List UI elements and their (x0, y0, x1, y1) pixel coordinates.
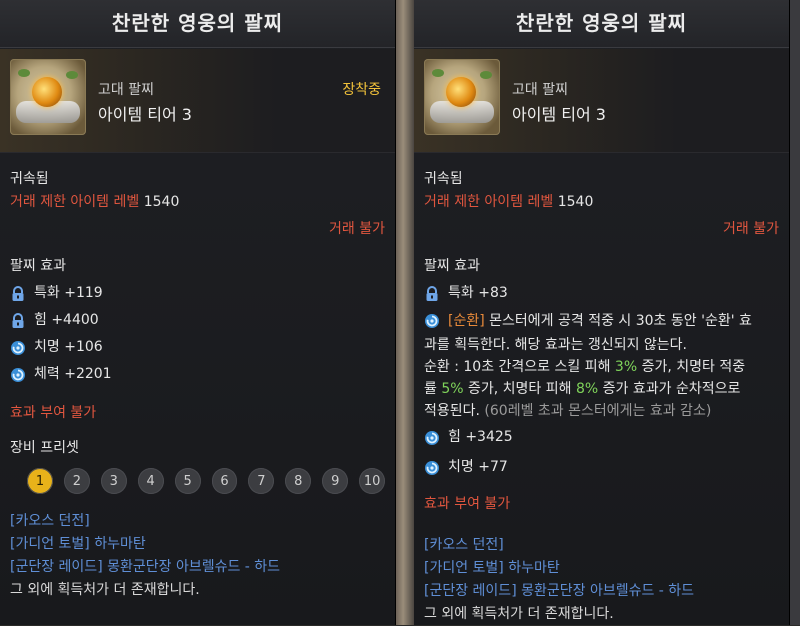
stat-row: 특화 +119 (10, 280, 385, 307)
stat-text: 특화 +119 (34, 285, 103, 301)
no-enchant-notice: 효과 부여 불가 (424, 496, 511, 512)
stat-row: 치명 +106 (10, 334, 385, 361)
preset-label: 장비 프리셋 (10, 440, 79, 456)
preset-selector: 1 2 3 4 5 6 7 8 9 10 (10, 468, 386, 494)
trade-level-label: 거래 제한 아이템 레벨 (424, 194, 554, 210)
source-item: [카오스 던전] (424, 537, 504, 553)
trade-level-value: 1540 (557, 194, 594, 210)
lock-icon (424, 285, 440, 302)
item-category: 고대 팔찌 (98, 82, 154, 98)
stat-text: 힘 +4400 (34, 312, 99, 328)
stat-text: 체력 +2201 (34, 366, 112, 382)
item-tier: 아이템 티어 3 (98, 105, 192, 124)
special-pct1: 3% (614, 359, 638, 375)
stat-row: 특화 +83 (424, 280, 779, 307)
stat-row: 힘 +3425 (424, 424, 779, 451)
acquisition-sources: [카오스 던전] [가디언 토벌] 하누마탄 [군단장 레이드] 몽환군단장 아… (424, 534, 779, 626)
stat-row: 힘 +4400 (10, 307, 385, 334)
stat-text: 특화 +83 (448, 285, 508, 301)
item-header: 고대 팔찌 아이템 티어 3 (414, 49, 789, 153)
preset-button-3[interactable]: 3 (100, 468, 127, 494)
trade-level: 거래 제한 아이템 레벨 1540 (424, 189, 779, 216)
source-item: [가디언 토벌] 하누마탄 (10, 536, 146, 552)
source-item: [가디언 토벌] 하누마탄 (424, 560, 560, 576)
preset-button-8[interactable]: 8 (285, 468, 312, 494)
special-pct3: 8% (575, 381, 599, 397)
background-strip (396, 0, 414, 625)
equipped-badge: 장착중 (342, 82, 381, 98)
item-tier: 아이템 티어 3 (512, 105, 606, 124)
preset-button-4[interactable]: 4 (137, 468, 164, 494)
item-category: 고대 팔찌 (512, 82, 568, 98)
source-item: [카오스 던전] (10, 513, 90, 529)
no-enchant-notice: 효과 부여 불가 (10, 405, 97, 421)
preset-button-6[interactable]: 6 (211, 468, 238, 494)
special-line1: 몬스터에게 공격 적중 시 30초 동안 '순환' 효 (484, 312, 752, 329)
trade-level-label: 거래 제한 아이템 레벨 (10, 194, 140, 210)
stat-text: 치명 +106 (34, 339, 103, 355)
acquisition-sources: [카오스 던전] [가디언 토벌] 하누마탄 [군단장 레이드] 몽환군단장 아… (10, 510, 385, 602)
item-title: 찬란한 영웅의 팔찌 (0, 0, 395, 48)
lock-icon (10, 312, 26, 329)
item-title: 찬란한 영웅의 팔찌 (414, 0, 789, 48)
special-line3b: 증가, 치명타 적중 (637, 359, 746, 375)
source-item: 그 외에 획득처가 더 존재합니다. (10, 582, 200, 598)
item-tooltip-left: 찬란한 영웅의 팔찌 고대 팔찌 아이템 티어 3 장착중 귀속됨 거래 제한 … (0, 0, 396, 625)
source-item: [군단장 레이드] 몽환군단장 아브렐슈드 - 하드 (424, 583, 695, 599)
source-item: [군단장 레이드] 몽환군단장 아브렐슈드 - 하드 (10, 559, 281, 575)
preset-button-2[interactable]: 2 (63, 468, 90, 494)
trade-status: 거래 불가 (723, 221, 779, 237)
special-line4c: 증가 효과가 순차적으로 (598, 381, 741, 397)
special-line3a: 순환 : 10초 간격으로 스킬 피해 (424, 359, 615, 375)
special-line4b: 증가, 치명타 피해 (463, 381, 576, 397)
swirl-icon (10, 367, 26, 383)
source-item: 그 외에 획득처가 더 존재합니다. (424, 606, 614, 622)
effects-header: 팔찌 효과 (10, 258, 66, 274)
swirl-icon (424, 313, 440, 329)
bracelet-icon (424, 59, 500, 135)
bracelet-icon (10, 59, 86, 135)
preset-button-5[interactable]: 5 (174, 468, 201, 494)
trade-level: 거래 제한 아이템 레벨 1540 (10, 189, 385, 216)
lock-icon (10, 285, 26, 302)
preset-button-1[interactable]: 1 (27, 468, 53, 494)
special-line4a: 률 (424, 381, 442, 397)
background-edge (790, 0, 800, 625)
swirl-icon (424, 460, 440, 476)
special-tag: [순환] (448, 312, 485, 329)
swirl-icon (10, 340, 26, 356)
item-header: 고대 팔찌 아이템 티어 3 장착중 (0, 49, 395, 153)
special-line5a: 적용된다. (424, 403, 485, 419)
effects-header: 팔찌 효과 (424, 258, 480, 274)
stat-row: 치명 +77 (424, 454, 779, 481)
trade-level-value: 1540 (143, 194, 180, 210)
stat-text: 치명 +77 (448, 459, 508, 475)
special-line5b: (60레벨 초과 몬스터에게는 효과 감소) (484, 403, 712, 419)
preset-button-7[interactable]: 7 (248, 468, 275, 494)
stat-text: 힘 +3425 (448, 429, 513, 445)
item-tooltip-right: 찬란한 영웅의 팔찌 고대 팔찌 아이템 티어 3 귀속됨 거래 제한 아이템 … (414, 0, 790, 625)
preset-button-9[interactable]: 9 (322, 468, 349, 494)
special-pct2: 5% (441, 381, 464, 397)
trade-status: 거래 불가 (329, 221, 385, 237)
preset-button-10[interactable]: 10 (359, 468, 386, 494)
swirl-icon (424, 430, 440, 446)
special-effect: [순환] 몬스터에게 공격 적중 시 30초 동안 '순환' 효 과를 획득한다… (424, 307, 779, 422)
stat-row: 체력 +2201 (10, 361, 385, 388)
special-line2: 과를 획득한다. 해당 효과는 갱신되지 않는다. (424, 337, 687, 353)
